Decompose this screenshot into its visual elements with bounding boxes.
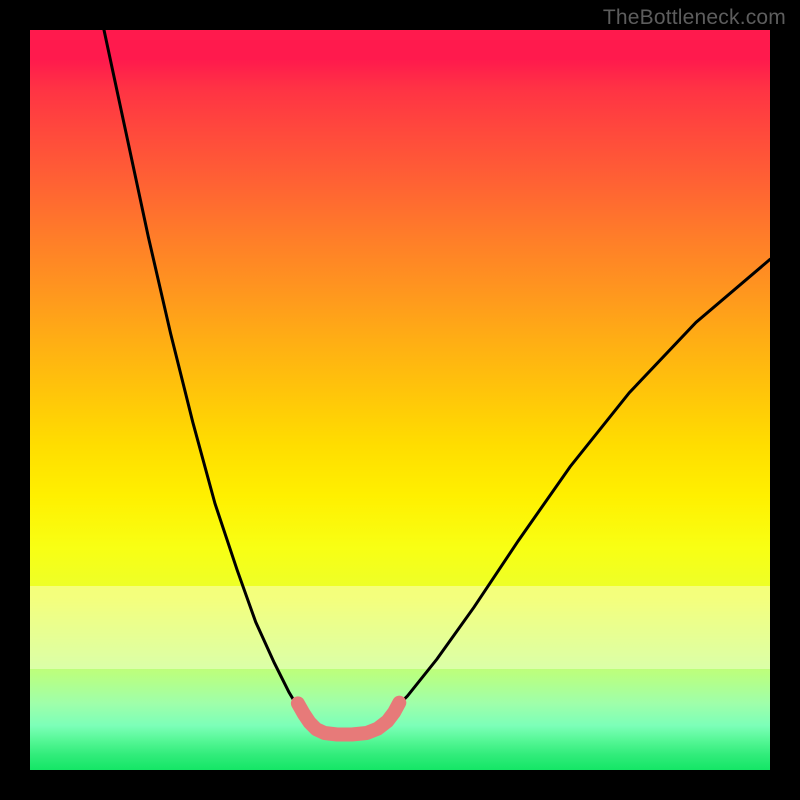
chart-lines [30, 30, 770, 770]
valley-marker [298, 703, 399, 735]
watermark-text: TheBottleneck.com [603, 6, 786, 30]
left-curve [104, 30, 311, 722]
outer-frame: TheBottleneck.com [0, 0, 800, 800]
right-curve [385, 259, 770, 718]
plot-area [30, 30, 770, 770]
